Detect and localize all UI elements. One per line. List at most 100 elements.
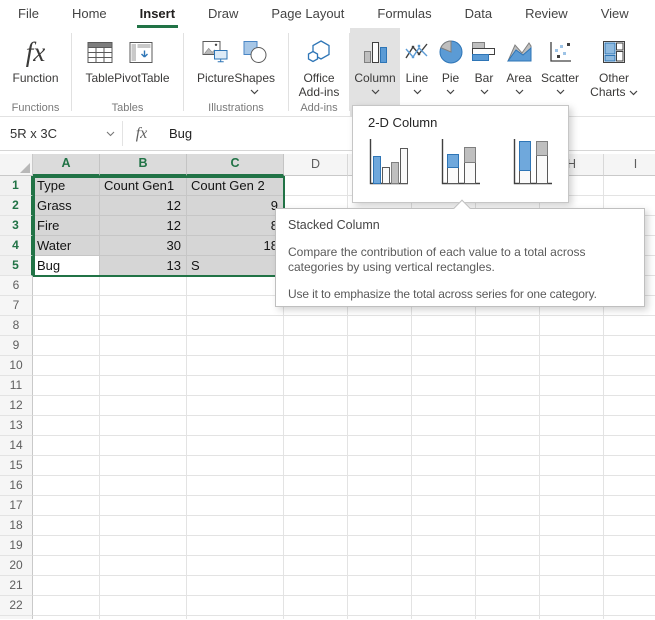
cell-H11[interactable] bbox=[540, 376, 604, 396]
cell-I18[interactable] bbox=[604, 516, 655, 536]
scatter-chart-button[interactable]: Scatter bbox=[537, 28, 583, 116]
cell-F14[interactable] bbox=[412, 436, 476, 456]
cell-D1[interactable] bbox=[284, 176, 348, 196]
cell-A21[interactable] bbox=[33, 576, 100, 596]
tab-formulas[interactable]: Formulas bbox=[377, 0, 431, 28]
row-header-22[interactable]: 22 bbox=[0, 596, 33, 616]
cell-B7[interactable] bbox=[100, 296, 187, 316]
cell-A20[interactable] bbox=[33, 556, 100, 576]
cell-A8[interactable] bbox=[33, 316, 100, 336]
cell-I12[interactable] bbox=[604, 396, 655, 416]
cell-B12[interactable] bbox=[100, 396, 187, 416]
row-header-1[interactable]: 1 bbox=[0, 176, 33, 196]
tab-home[interactable]: Home bbox=[72, 0, 107, 28]
cell-H12[interactable] bbox=[540, 396, 604, 416]
cell-C23[interactable] bbox=[187, 616, 284, 619]
cell-B2[interactable]: 12 bbox=[100, 196, 187, 216]
cell-F18[interactable] bbox=[412, 516, 476, 536]
cell-E20[interactable] bbox=[348, 556, 412, 576]
row-header-15[interactable]: 15 bbox=[0, 456, 33, 476]
row-header-18[interactable]: 18 bbox=[0, 516, 33, 536]
tab-draw[interactable]: Draw bbox=[208, 0, 238, 28]
cell-I15[interactable] bbox=[604, 456, 655, 476]
cell-C16[interactable] bbox=[187, 476, 284, 496]
cell-H18[interactable] bbox=[540, 516, 604, 536]
cell-B4[interactable]: 30 bbox=[100, 236, 187, 256]
cell-F21[interactable] bbox=[412, 576, 476, 596]
cell-G8[interactable] bbox=[476, 316, 540, 336]
cell-D15[interactable] bbox=[284, 456, 348, 476]
row-header-6[interactable]: 6 bbox=[0, 276, 33, 296]
row-header-12[interactable]: 12 bbox=[0, 396, 33, 416]
cell-E13[interactable] bbox=[348, 416, 412, 436]
name-box[interactable]: 5R x 3C bbox=[0, 117, 122, 150]
chart-type-clustered-column[interactable] bbox=[366, 136, 410, 188]
row-header-10[interactable]: 10 bbox=[0, 356, 33, 376]
cell-B11[interactable] bbox=[100, 376, 187, 396]
cell-F9[interactable] bbox=[412, 336, 476, 356]
bar-chart-button[interactable]: Bar bbox=[467, 28, 501, 116]
cell-G12[interactable] bbox=[476, 396, 540, 416]
cell-E19[interactable] bbox=[348, 536, 412, 556]
cell-A11[interactable] bbox=[33, 376, 100, 396]
cell-F20[interactable] bbox=[412, 556, 476, 576]
cell-H13[interactable] bbox=[540, 416, 604, 436]
cell-C12[interactable] bbox=[187, 396, 284, 416]
cell-F15[interactable] bbox=[412, 456, 476, 476]
row-header-19[interactable]: 19 bbox=[0, 536, 33, 556]
cell-G19[interactable] bbox=[476, 536, 540, 556]
cell-C15[interactable] bbox=[187, 456, 284, 476]
cell-G9[interactable] bbox=[476, 336, 540, 356]
cell-D9[interactable] bbox=[284, 336, 348, 356]
cell-B15[interactable] bbox=[100, 456, 187, 476]
tab-file[interactable]: File bbox=[18, 0, 39, 28]
column-header-C[interactable]: C bbox=[187, 154, 284, 176]
tab-review[interactable]: Review bbox=[525, 0, 568, 28]
column-header-A[interactable]: A bbox=[33, 154, 100, 176]
cell-C19[interactable] bbox=[187, 536, 284, 556]
cell-C5[interactable]: S bbox=[187, 256, 284, 276]
cell-H14[interactable] bbox=[540, 436, 604, 456]
cell-C13[interactable] bbox=[187, 416, 284, 436]
cell-D10[interactable] bbox=[284, 356, 348, 376]
cell-C4[interactable]: 18 bbox=[187, 236, 284, 256]
cell-C1[interactable]: Count Gen 2 bbox=[187, 176, 284, 196]
cell-H22[interactable] bbox=[540, 596, 604, 616]
cell-B21[interactable] bbox=[100, 576, 187, 596]
cell-I16[interactable] bbox=[604, 476, 655, 496]
cell-B9[interactable] bbox=[100, 336, 187, 356]
cell-A6[interactable] bbox=[33, 276, 100, 296]
row-header-8[interactable]: 8 bbox=[0, 316, 33, 336]
cell-I20[interactable] bbox=[604, 556, 655, 576]
cell-G18[interactable] bbox=[476, 516, 540, 536]
row-header-14[interactable]: 14 bbox=[0, 436, 33, 456]
cell-E15[interactable] bbox=[348, 456, 412, 476]
cell-F11[interactable] bbox=[412, 376, 476, 396]
insert-function-button[interactable]: fx bbox=[123, 117, 160, 150]
row-header-17[interactable]: 17 bbox=[0, 496, 33, 516]
cell-E22[interactable] bbox=[348, 596, 412, 616]
cell-H17[interactable] bbox=[540, 496, 604, 516]
cell-B13[interactable] bbox=[100, 416, 187, 436]
cell-A2[interactable]: Grass bbox=[33, 196, 100, 216]
row-header-2[interactable]: 2 bbox=[0, 196, 33, 216]
cell-G14[interactable] bbox=[476, 436, 540, 456]
cell-F12[interactable] bbox=[412, 396, 476, 416]
cell-A23[interactable] bbox=[33, 616, 100, 619]
cell-D17[interactable] bbox=[284, 496, 348, 516]
tab-data[interactable]: Data bbox=[465, 0, 492, 28]
cell-E10[interactable] bbox=[348, 356, 412, 376]
cell-I19[interactable] bbox=[604, 536, 655, 556]
cell-A13[interactable] bbox=[33, 416, 100, 436]
cell-E21[interactable] bbox=[348, 576, 412, 596]
cell-A10[interactable] bbox=[33, 356, 100, 376]
cell-G17[interactable] bbox=[476, 496, 540, 516]
cell-I22[interactable] bbox=[604, 596, 655, 616]
cell-H8[interactable] bbox=[540, 316, 604, 336]
cell-A3[interactable]: Fire bbox=[33, 216, 100, 236]
row-header-21[interactable]: 21 bbox=[0, 576, 33, 596]
cell-G23[interactable] bbox=[476, 616, 540, 619]
row-header-4[interactable]: 4 bbox=[0, 236, 33, 256]
cell-I13[interactable] bbox=[604, 416, 655, 436]
cell-A17[interactable] bbox=[33, 496, 100, 516]
